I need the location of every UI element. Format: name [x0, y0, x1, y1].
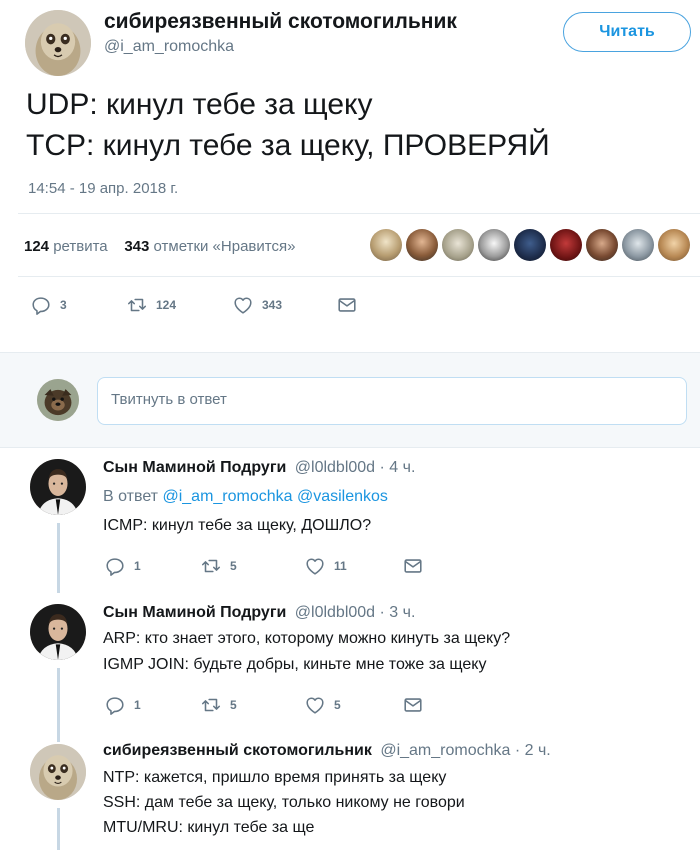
reply-input[interactable]: Твитнуть в ответ — [97, 377, 687, 425]
reply-author-name[interactable]: сибиреязвенный скотомогильник — [103, 742, 372, 759]
reply-icon — [104, 555, 126, 577]
reply-to-prefix: В ответ — [103, 488, 159, 505]
retweets-label: ретвита — [53, 238, 108, 255]
divider — [18, 213, 700, 214]
reply-tweet: Сын Маминой Подруги @l0ldbl00d · 4 ч. В … — [0, 455, 700, 593]
like-icon — [304, 694, 326, 716]
reply-avatar[interactable] — [30, 744, 86, 800]
reply-to-mentions[interactable]: @i_am_romochka @vasilenkos — [162, 488, 387, 505]
liker-avatar[interactable] — [658, 229, 690, 261]
main-tweet: сибиреязвенный скотомогильник @i_am_romo… — [0, 0, 700, 352]
retweets-count: 124 — [24, 238, 50, 255]
liker-avatar[interactable] — [406, 229, 438, 261]
retweet-icon — [200, 555, 222, 577]
like-action[interactable]: 343 — [232, 294, 336, 316]
retweet-icon — [126, 294, 148, 316]
envelope-icon — [336, 294, 358, 316]
retweet-count: 5 — [230, 698, 237, 712]
dm-action[interactable] — [336, 294, 358, 316]
reply-avatar[interactable] — [30, 604, 86, 660]
envelope-icon — [402, 555, 424, 577]
reply-author-name[interactable]: Сын Маминой Подруги — [103, 604, 286, 621]
reply-action[interactable]: 3 — [30, 294, 126, 316]
like-action[interactable]: 5 — [304, 694, 402, 716]
tweet-text: UDP: кинул тебе за щеку TCP: кинул тебе … — [26, 84, 550, 166]
like-count: 11 — [334, 559, 347, 573]
reply-text: NTP: кажется, пришло время принять за ще… — [103, 769, 447, 786]
author-handle[interactable]: @i_am_romochka — [104, 38, 234, 56]
reply-header: сибиреязвенный скотомогильник @i_am_romo… — [103, 742, 551, 760]
likes-label: отметки «Нравится» — [153, 238, 296, 255]
liker-avatar[interactable] — [478, 229, 510, 261]
divider — [18, 276, 700, 277]
reply-meta[interactable]: @l0ldbl00d · 3 ч. — [295, 604, 416, 621]
retweet-action[interactable]: 5 — [200, 555, 304, 577]
thread-line — [57, 808, 60, 850]
reply-actions: 1 5 11 — [104, 555, 424, 577]
retweet-icon — [200, 694, 222, 716]
liker-avatar[interactable] — [586, 229, 618, 261]
tweet-timestamp[interactable]: 14:54 - 19 апр. 2018 г. — [28, 180, 178, 197]
reply-action[interactable]: 1 — [104, 555, 200, 577]
author-name[interactable]: сибиреязвенный скотомогильник — [104, 10, 457, 34]
envelope-icon — [402, 694, 424, 716]
reply-author-name[interactable]: Сын Маминой Подруги — [103, 459, 286, 476]
liker-avatar[interactable] — [514, 229, 546, 261]
retweet-action[interactable]: 5 — [200, 694, 304, 716]
like-icon — [304, 555, 326, 577]
reply-actions: 1 5 5 — [104, 694, 424, 716]
reply-icon — [104, 694, 126, 716]
reply-to: В ответ @i_am_romochka @vasilenkos — [103, 488, 388, 506]
like-count: 343 — [262, 298, 283, 312]
reply-icon — [30, 294, 52, 316]
thread-line — [57, 668, 60, 742]
tweet-actions: 3 124 343 — [30, 294, 358, 316]
dm-action[interactable] — [402, 694, 424, 716]
reply-text: ICMP: кинул тебе за щеку, ДОШЛО? — [103, 517, 372, 534]
reply-avatar[interactable] — [30, 459, 86, 515]
retweet-count: 124 — [156, 298, 177, 312]
reply-composer: Твитнуть в ответ — [0, 352, 700, 448]
reply-text: ARP: кто знает этого, которому можно кин… — [103, 630, 511, 647]
reply-action[interactable]: 1 — [104, 694, 200, 716]
like-icon — [232, 294, 254, 316]
like-action[interactable]: 11 — [304, 555, 402, 577]
liker-avatar[interactable] — [370, 229, 402, 261]
reply-tweet: сибиреязвенный скотомогильник @i_am_romo… — [0, 740, 700, 850]
reply-text: SSH: дам тебе за щеку, только никому не … — [103, 794, 465, 811]
likes-count: 343 — [124, 238, 150, 255]
dm-action[interactable] — [402, 555, 424, 577]
reply-count: 1 — [134, 698, 141, 712]
tweet-stats: 124 ретвита 343 отметки «Нравится» — [24, 238, 295, 255]
author-avatar[interactable] — [25, 10, 91, 76]
reply-header: Сын Маминой Подруги @l0ldbl00d · 3 ч. — [103, 604, 415, 622]
likes-stat[interactable]: 343 отметки «Нравится» — [124, 238, 295, 255]
current-user-avatar — [37, 379, 79, 421]
follow-button[interactable]: Читать — [563, 12, 691, 52]
reply-text: MTU/MRU: кинул тебе за ще — [103, 819, 315, 836]
reply-text: IGMP JOIN: будьте добры, киньте мне тоже… — [103, 656, 487, 673]
retweet-count: 5 — [230, 559, 237, 573]
liker-avatar[interactable] — [622, 229, 654, 261]
retweet-action[interactable]: 124 — [126, 294, 232, 316]
reply-count: 1 — [134, 559, 141, 573]
reply-meta[interactable]: @l0ldbl00d · 4 ч. — [295, 459, 416, 476]
reply-meta[interactable]: @i_am_romochka · 2 ч. — [380, 742, 550, 759]
liker-avatars — [370, 229, 694, 261]
tweet-text-line: TCP: кинул тебе за щеку, ПРОВЕРЯЙ — [26, 129, 550, 162]
liker-avatar[interactable] — [442, 229, 474, 261]
liker-avatar[interactable] — [550, 229, 582, 261]
reply-tweet: Сын Маминой Подруги @l0ldbl00d · 3 ч. AR… — [0, 600, 700, 742]
reply-header: Сын Маминой Подруги @l0ldbl00d · 4 ч. — [103, 459, 415, 477]
retweets-stat[interactable]: 124 ретвита — [24, 238, 108, 255]
tweet-text-line: UDP: кинул тебе за щеку — [26, 88, 373, 121]
like-count: 5 — [334, 698, 341, 712]
thread-line — [57, 523, 60, 593]
reply-count: 3 — [60, 298, 67, 312]
